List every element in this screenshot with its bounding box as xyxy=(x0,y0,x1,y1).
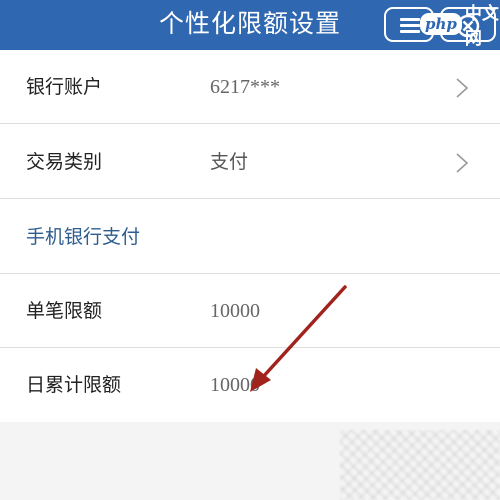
watermark-badge: php xyxy=(420,13,462,35)
single-limit-label: 单笔限额 xyxy=(26,300,103,322)
list-item-bank-account[interactable]: 银行账户 6217*** xyxy=(0,50,500,124)
daily-limit-label: 日累计限额 xyxy=(26,374,122,396)
bank-account-label: 银行账户 xyxy=(26,76,103,98)
single-limit-value[interactable]: 10000 xyxy=(210,274,260,348)
chevron-right-icon xyxy=(456,153,469,173)
blurred-watermark-area xyxy=(340,430,500,500)
daily-limit-value[interactable]: 10000 xyxy=(210,348,260,422)
site-watermark: php 中文网 xyxy=(420,4,500,49)
watermark-text: 中文网 xyxy=(464,4,499,49)
limit-settings-list: 银行账户 6217*** 交易类别 支付 手机银行支付 单笔限额 10000 日… xyxy=(0,50,500,422)
list-item-single-limit[interactable]: 单笔限额 10000 xyxy=(0,274,500,348)
chevron-right-icon xyxy=(456,78,469,98)
list-item-daily-limit[interactable]: 日累计限额 10000 xyxy=(0,348,500,422)
transaction-type-label: 交易类别 xyxy=(26,151,103,173)
section-title: 手机银行支付 xyxy=(26,226,141,248)
section-header-mobile-banking-payment: 手机银行支付 xyxy=(0,200,500,274)
list-item-transaction-type[interactable]: 交易类别 支付 xyxy=(0,125,500,199)
header-bar: 个性化限额设置 php 中文网 xyxy=(0,0,500,50)
bank-account-value: 6217*** xyxy=(210,76,280,98)
transaction-type-value: 支付 xyxy=(210,151,249,173)
